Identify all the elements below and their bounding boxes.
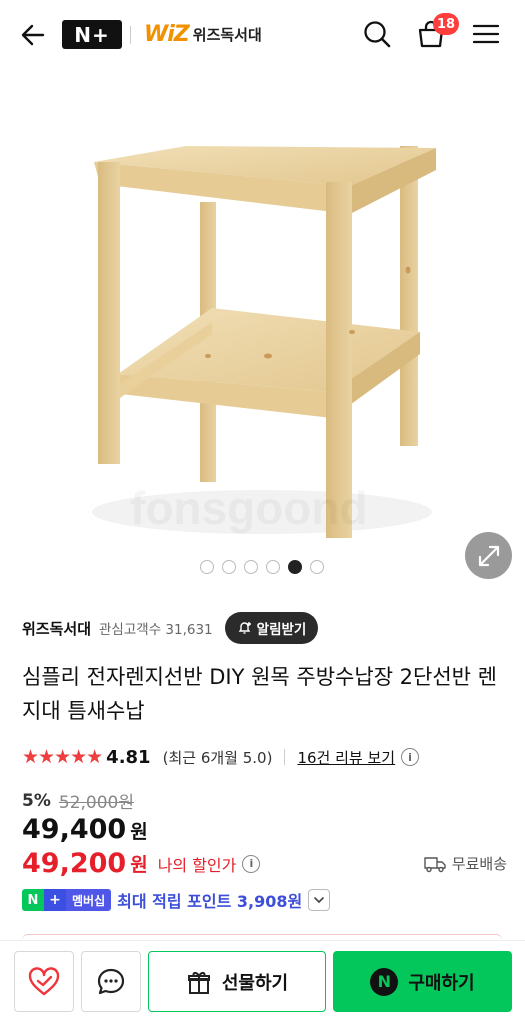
seller-fan-count: 관심고객수 31,631 — [99, 622, 213, 638]
gallery-dot[interactable] — [266, 560, 280, 574]
bell-plus-icon — [238, 622, 251, 634]
naver-pay-icon: N — [370, 967, 399, 996]
shipping-info: 무료배송 — [424, 853, 507, 874]
review-link[interactable]: 16건 리뷰 보기 — [297, 747, 395, 768]
search-button[interactable] — [359, 16, 395, 52]
store-logo[interactable]: WiZ 위즈독서대 — [144, 22, 262, 47]
gift-button[interactable]: 선물하기 — [148, 951, 326, 1012]
my-price-label: 나의 할인가 — [157, 855, 237, 875]
wishlist-button[interactable] — [14, 951, 74, 1012]
original-price: 52,000원 — [58, 793, 134, 813]
my-price-row: 49,200 원 나의 할인가 i 무료배송 — [22, 848, 507, 879]
heart-check-icon — [28, 966, 60, 995]
gallery-dot[interactable] — [222, 560, 236, 574]
naver-plus-logo[interactable]: N+ — [62, 20, 122, 49]
points-expand-button[interactable] — [308, 889, 331, 911]
product-photo-shelf: fonsgoond — [92, 146, 436, 538]
buy-label: 구매하기 — [408, 972, 475, 994]
sale-price-row: 49,400 원 — [22, 814, 148, 845]
buy-button[interactable]: N 구매하기 — [333, 951, 512, 1012]
alert-subscribe-button[interactable]: 알림받기 — [224, 612, 319, 644]
talk-talk-button[interactable] — [81, 951, 141, 1012]
menu-button[interactable] — [468, 16, 504, 52]
discount-row: 5% 52,000원 — [22, 788, 134, 814]
badge-plus: + — [44, 889, 66, 911]
gallery-dot[interactable] — [200, 560, 214, 574]
gallery-dot[interactable] — [244, 560, 258, 574]
search-icon — [364, 21, 391, 48]
store-logo-name: 위즈독서대 — [192, 26, 262, 44]
gallery-dot-active[interactable] — [288, 560, 302, 574]
hamburger-menu-icon — [472, 24, 500, 44]
rating-divider — [284, 749, 286, 765]
my-price-unit: 원 — [130, 854, 148, 876]
gift-icon — [187, 971, 210, 994]
my-price: 49,200 — [22, 848, 127, 879]
naver-plus-membership-badge: N + 멤버십 — [22, 889, 112, 911]
gallery-dot[interactable] — [310, 560, 324, 574]
arrow-left-icon — [21, 24, 45, 46]
seller-name[interactable]: 위즈독서대 — [22, 618, 91, 639]
store-logo-mark: WiZ — [144, 22, 190, 47]
bottom-action-bar: 선물하기 N 구매하기 — [0, 940, 525, 1024]
app-header: N+ WiZ 위즈독서대 18 — [0, 0, 525, 72]
sale-price: 49,400 — [22, 814, 127, 845]
rating-recent: (최근 6개월 5.0) — [162, 748, 273, 767]
rating-row: ★★★★★ 4.81 (최근 6개월 5.0) 16건 리뷰 보기 i — [22, 742, 512, 772]
max-points-text: 최대 적립 포인트 3,908원 — [117, 892, 303, 911]
expand-arrows-icon — [478, 545, 499, 566]
rating-score: 4.81 — [106, 746, 151, 768]
gallery-pagination — [200, 560, 324, 574]
membership-points-row[interactable]: N + 멤버십 최대 적립 포인트 3,908원 — [22, 888, 331, 912]
badge-n: N — [22, 889, 44, 911]
chat-bubble-icon — [97, 968, 125, 994]
chevron-down-icon — [314, 897, 325, 903]
shipping-label: 무료배송 — [451, 855, 507, 873]
image-watermark: fonsgoond — [130, 482, 368, 534]
cart-count-badge: 18 — [433, 13, 460, 35]
back-button[interactable] — [16, 18, 50, 52]
sale-price-unit: 원 — [130, 821, 148, 843]
expand-image-button[interactable] — [465, 532, 512, 579]
truck-icon — [424, 856, 446, 872]
gift-label: 선물하기 — [221, 972, 289, 994]
rating-stars: ★★★★★ — [22, 746, 103, 768]
product-image[interactable]: fonsgoond — [0, 72, 525, 592]
product-title: 심플리 전자렌지선반 DIY 원목 주방수납장 2단선반 렌지대 틈새수납 — [22, 665, 498, 723]
my-price-info-icon[interactable]: i — [242, 854, 261, 873]
info-icon[interactable]: i — [401, 748, 420, 766]
badge-member: 멤버십 — [66, 889, 112, 911]
header-divider — [130, 26, 131, 44]
discount-rate: 5% — [22, 790, 51, 811]
seller-row: 위즈독서대 관심고객수 31,631 알림받기 — [22, 612, 502, 644]
alert-label: 알림받기 — [256, 622, 307, 638]
